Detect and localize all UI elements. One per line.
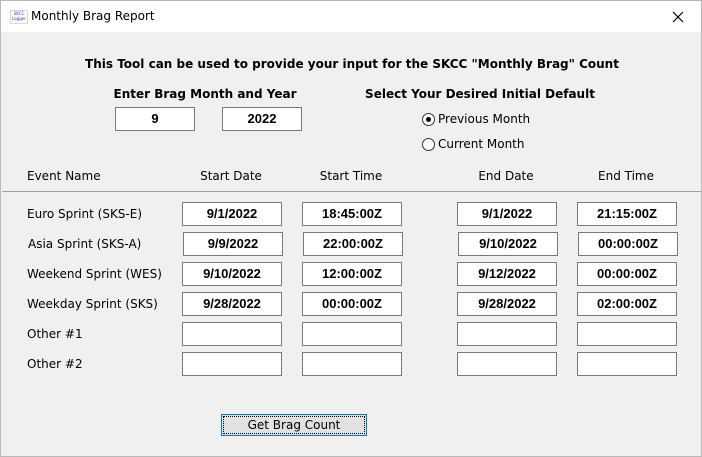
tool-description: This Tool can be used to provide your in… [85, 57, 619, 71]
start-date-field[interactable] [182, 352, 282, 376]
start-date-field[interactable]: 9/28/2022 [182, 292, 282, 316]
end-date-field[interactable]: 9/10/2022 [458, 232, 558, 256]
radio-label: Current Month [438, 137, 525, 151]
title-bar: SKCC Logger Monthly Brag Report [1, 1, 701, 32]
get-brag-count-button[interactable]: Get Brag Count [221, 414, 367, 436]
start-time-field[interactable]: 18:45:00Z [302, 202, 402, 226]
default-selection-label: Select Your Desired Initial Default [365, 87, 595, 101]
column-header-end-time: End Time [598, 169, 654, 183]
start-time-field[interactable]: 22:00:00Z [303, 232, 403, 256]
month-year-label: Enter Brag Month and Year [113, 87, 297, 101]
end-date-field[interactable]: 9/28/2022 [457, 292, 557, 316]
monthly-brag-report-window: SKCC Logger Monthly Brag Report This Too… [0, 0, 702, 457]
event-name-label: Other #1 [27, 327, 83, 341]
close-button[interactable] [655, 1, 701, 32]
end-time-field[interactable]: 00:00:00Z [578, 232, 678, 256]
radio-button-selected[interactable] [422, 113, 435, 126]
end-time-field[interactable] [577, 352, 677, 376]
header-divider [2, 191, 701, 192]
year-input[interactable]: 2022 [222, 107, 302, 131]
event-name-label: Other #2 [27, 357, 83, 371]
start-time-field[interactable]: 12:00:00Z [302, 262, 402, 286]
start-time-field[interactable] [302, 322, 402, 346]
event-name-label: Euro Sprint (SKS-E) [27, 207, 143, 221]
event-name-label: Weekday Sprint (SKS) [27, 297, 158, 311]
column-header-event-name: Event Name [27, 169, 101, 183]
window-title: Monthly Brag Report [31, 9, 155, 23]
end-date-field[interactable]: 9/12/2022 [457, 262, 557, 286]
column-header-start-time: Start Time [319, 169, 383, 183]
event-name-label: Asia Sprint (SKS-A) [28, 237, 142, 251]
start-date-field[interactable] [182, 322, 282, 346]
start-date-field[interactable]: 9/9/2022 [183, 232, 283, 256]
start-date-field[interactable]: 9/1/2022 [182, 202, 282, 226]
skcc-logger-icon: SKCC Logger [10, 10, 28, 24]
start-time-field[interactable]: 00:00:00Z [302, 292, 402, 316]
radio-button[interactable] [422, 138, 435, 151]
end-time-field[interactable]: 02:00:00Z [577, 292, 677, 316]
event-name-label: Weekend Sprint (WES) [27, 267, 162, 281]
start-date-field[interactable]: 9/10/2022 [182, 262, 282, 286]
column-header-end-date: End Date [478, 169, 534, 183]
close-icon [672, 11, 684, 22]
end-time-field[interactable] [577, 322, 677, 346]
end-date-field[interactable]: 9/1/2022 [457, 202, 557, 226]
end-time-field[interactable]: 00:00:00Z [577, 262, 677, 286]
radio-label: Previous Month [438, 112, 531, 126]
end-time-field[interactable]: 21:15:00Z [577, 202, 677, 226]
month-input[interactable]: 9 [115, 107, 195, 131]
column-header-start-date: Start Date [200, 169, 262, 183]
start-time-field[interactable] [302, 352, 402, 376]
end-date-field[interactable] [457, 352, 557, 376]
end-date-field[interactable] [457, 322, 557, 346]
